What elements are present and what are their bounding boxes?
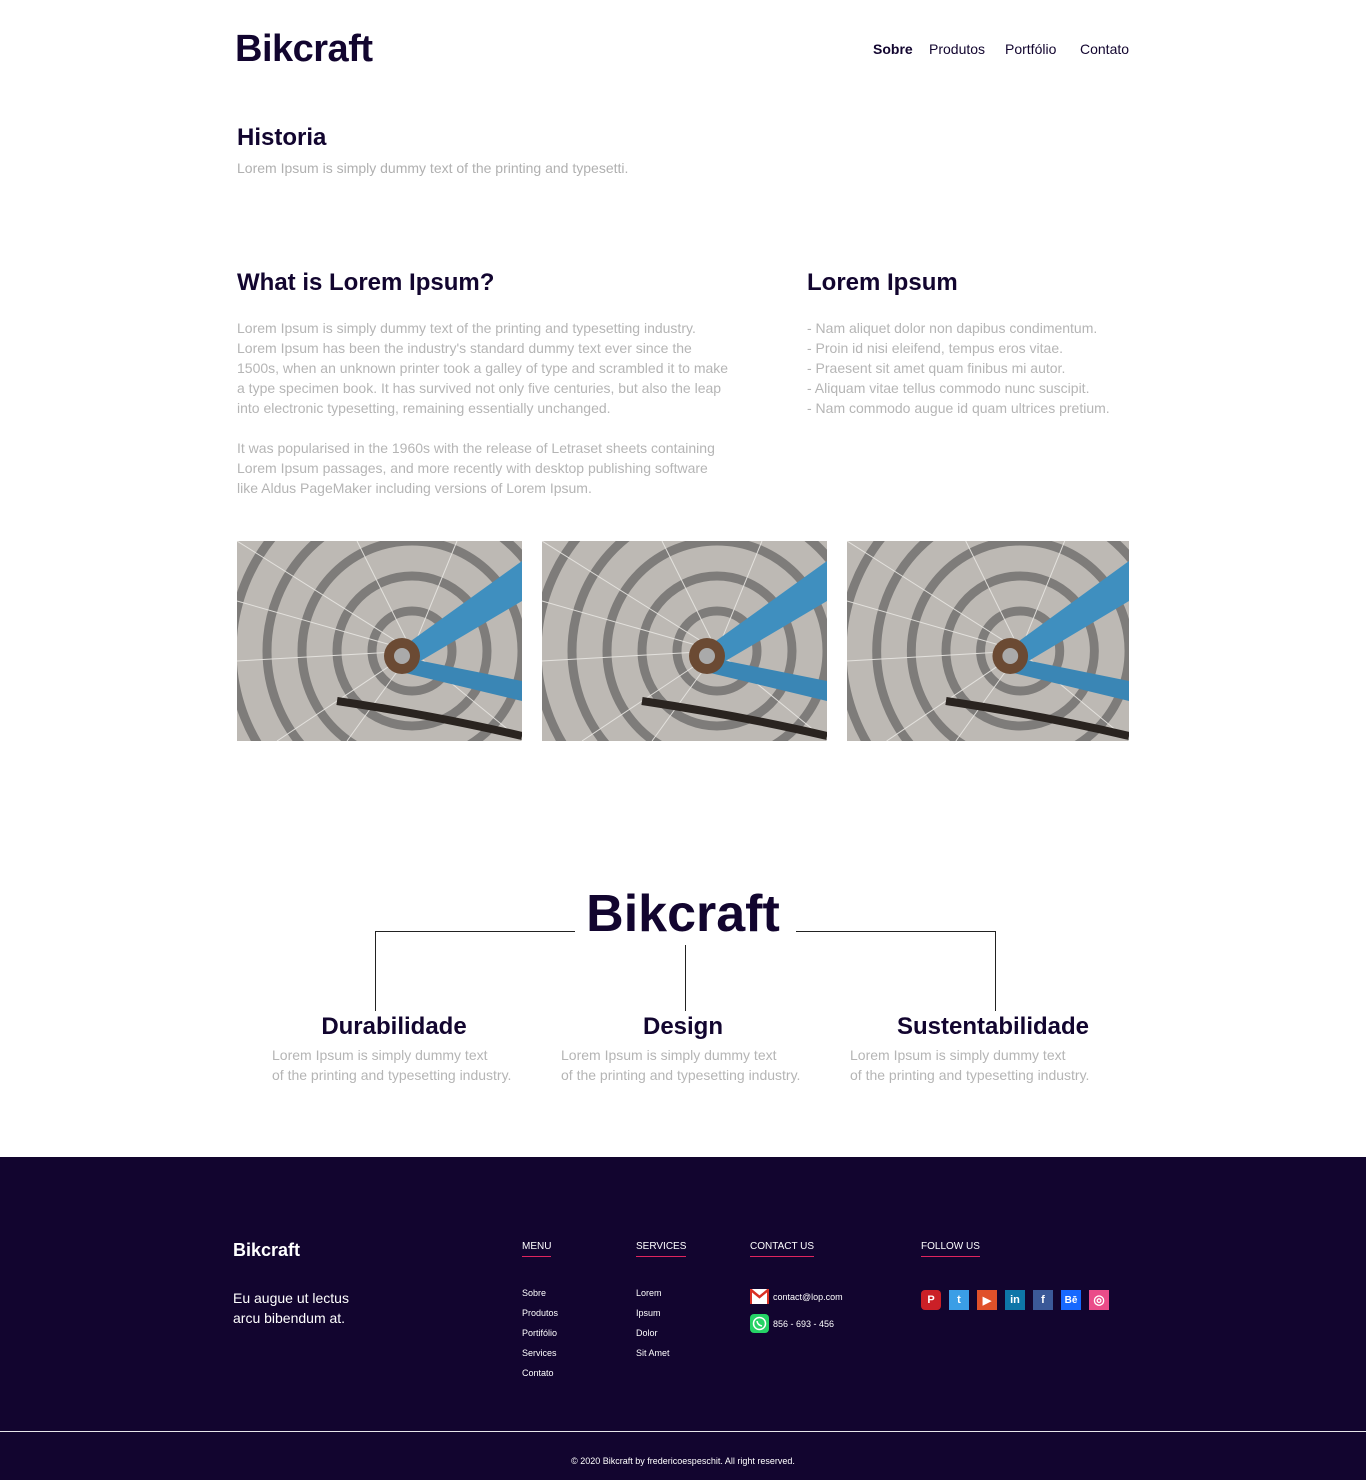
text-line: Lorem Ipsum has been the industry's stan… — [237, 340, 692, 356]
text-line: into electronic typesetting, remaining e… — [237, 400, 611, 416]
footer-logo[interactable]: Bikcraft — [233, 1240, 300, 1261]
text-line: a type specimen book. It has survived no… — [237, 380, 722, 396]
nav-produtos[interactable]: Produtos — [929, 41, 985, 57]
connector-line-left-down — [375, 931, 376, 1011]
footer-follow-heading: FOLLOW US — [921, 1241, 980, 1257]
youtube-icon[interactable]: ▶ — [977, 1290, 997, 1310]
contact-phone-text[interactable]: 856 - 693 - 456 — [773, 1319, 834, 1329]
linkedin-icon[interactable]: in — [1005, 1290, 1025, 1310]
value-text-durabilidade: Lorem Ipsum is simply dummy text of the … — [272, 1045, 511, 1085]
values-logo: Bikcraft — [586, 885, 780, 943]
list-item: - Aliquam vitae tellus commodo nunc susc… — [807, 380, 1090, 396]
list-title: Lorem Ipsum — [807, 269, 958, 296]
bike-photo-2 — [542, 541, 827, 741]
list-item: - Praesent sit amet quam finibus mi auto… — [807, 360, 1066, 376]
footer-service-dolor[interactable]: Dolor — [636, 1328, 670, 1348]
page-title: Historia — [237, 124, 327, 151]
copyright: © 2020 Bikcraft by fredericoespeschit. A… — [571, 1456, 795, 1466]
connector-line-right — [796, 931, 996, 932]
list-item: - Nam commodo augue id quam ultrices pre… — [807, 400, 1110, 416]
connector-line-right-down — [995, 931, 996, 1011]
text-line: of the printing and typesetting industry… — [272, 1067, 512, 1083]
contact-email[interactable]: contact@lop.com — [750, 1287, 843, 1306]
footer-services-heading: SERVICES — [636, 1241, 686, 1257]
footer-link-contato[interactable]: Contato — [522, 1368, 558, 1388]
nav-contato[interactable]: Contato — [1080, 41, 1129, 57]
value-text-design: Lorem Ipsum is simply dummy text of the … — [561, 1045, 800, 1085]
list-item: - Proin id nisi eleifend, tempus eros vi… — [807, 340, 1064, 356]
text-line: arcu bibendum at. — [233, 1310, 346, 1326]
value-title-design: Design — [642, 1013, 723, 1040]
about-title: What is Lorem Ipsum? — [237, 269, 495, 296]
text-line: 1500s, when an unknown printer took a ga… — [237, 360, 729, 376]
feature-list: - Nam aliquet dolor non dapibus condimen… — [807, 318, 1137, 418]
text-line: of the printing and typesetting industry… — [850, 1067, 1090, 1083]
footer-service-lorem[interactable]: Lorem — [636, 1288, 670, 1308]
value-title-sustentabilidade: Sustentabilidade — [896, 1013, 1090, 1040]
text-line: Lorem Ipsum is simply dummy text — [850, 1047, 1066, 1063]
social-links: P t ▶ in f Bē ◎ — [921, 1290, 1109, 1310]
about-paragraph-2: It was popularised in the 1960s with the… — [237, 438, 737, 498]
dribbble-icon[interactable]: ◎ — [1089, 1290, 1109, 1310]
footer-divider — [0, 1431, 1366, 1432]
facebook-icon[interactable]: f — [1033, 1290, 1053, 1310]
bike-photo-1 — [237, 541, 522, 741]
footer-services-list: Lorem Ipsum Dolor Sit Amet — [636, 1288, 670, 1368]
about-paragraph-1: Lorem Ipsum is simply dummy text of the … — [237, 318, 737, 418]
footer-tagline: Eu augue ut lectus arcu bibendum at. — [233, 1288, 373, 1328]
site-logo[interactable]: Bikcraft — [235, 28, 373, 71]
contact-email-text[interactable]: contact@lop.com — [773, 1292, 843, 1302]
contact-phone[interactable]: 856 - 693 - 456 — [750, 1314, 834, 1333]
nav-sobre[interactable]: Sobre — [873, 41, 913, 57]
text-line: It was popularised in the 1960s with the… — [237, 440, 715, 456]
behance-icon[interactable]: Bē — [1061, 1290, 1081, 1310]
pinterest-icon[interactable]: P — [921, 1290, 941, 1310]
text-line: of the printing and typesetting industry… — [561, 1067, 801, 1083]
page-subtitle: Lorem Ipsum is simply dummy text of the … — [237, 160, 629, 176]
footer-menu-heading: MENU — [522, 1241, 551, 1257]
text-line: Eu augue ut lectus — [233, 1290, 349, 1306]
footer-link-services[interactable]: Services — [522, 1348, 558, 1368]
footer-link-produtos[interactable]: Produtos — [522, 1308, 558, 1328]
bike-photo-3 — [847, 541, 1129, 741]
whatsapp-icon — [750, 1314, 769, 1333]
mail-icon — [750, 1287, 769, 1306]
footer: Bikcraft Eu augue ut lectus arcu bibendu… — [0, 1157, 1366, 1480]
twitter-icon[interactable]: t — [949, 1290, 969, 1310]
nav-portfolio[interactable]: Portfólio — [1005, 41, 1056, 57]
footer-link-sobre[interactable]: Sobre — [522, 1288, 558, 1308]
text-line: Lorem Ipsum is simply dummy text — [272, 1047, 488, 1063]
footer-link-portifolio[interactable]: Portifólio — [522, 1328, 558, 1348]
footer-service-sit-amet[interactable]: Sit Amet — [636, 1348, 670, 1368]
connector-line-center — [685, 945, 686, 1011]
text-line: Lorem Ipsum passages, and more recently … — [237, 460, 708, 476]
footer-menu-list: Sobre Produtos Portifólio Services Conta… — [522, 1288, 558, 1388]
text-line: like Aldus PageMaker including versions … — [237, 480, 592, 496]
footer-service-ipsum[interactable]: Ipsum — [636, 1308, 670, 1328]
value-text-sustentabilidade: Lorem Ipsum is simply dummy text of the … — [850, 1045, 1089, 1085]
list-item: - Nam aliquet dolor non dapibus condimen… — [807, 320, 1098, 336]
connector-line-left — [375, 931, 575, 932]
value-title-durabilidade: Durabilidade — [321, 1013, 467, 1040]
text-line: Lorem Ipsum is simply dummy text of the … — [237, 320, 696, 336]
text-line: Lorem Ipsum is simply dummy text — [561, 1047, 777, 1063]
footer-contact-heading: CONTACT US — [750, 1241, 814, 1257]
